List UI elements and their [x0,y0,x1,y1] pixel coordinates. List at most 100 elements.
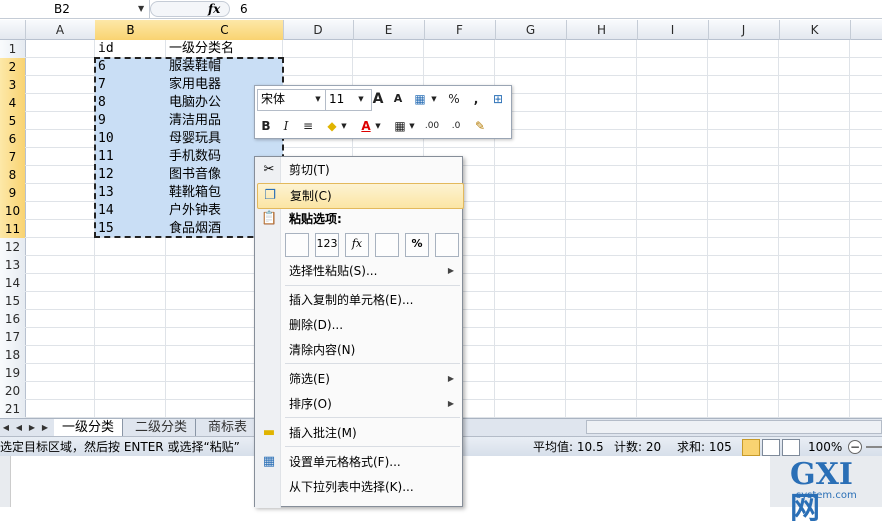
menu-item-pick-from-list[interactable]: 从下拉列表中选择(K)... [257,475,462,499]
row-header[interactable]: 20 [0,382,26,401]
next-sheet-icon[interactable]: ▶ [26,419,38,436]
menu-item-clear[interactable]: 清除内容(N) [257,338,462,362]
sheet-tab[interactable]: 一级分类 [54,419,124,436]
cell-name[interactable]: 母婴玩具 [167,130,221,147]
cell-name[interactable]: 鞋靴箱包 [167,184,221,201]
column-header-h[interactable]: H [566,20,638,40]
row-header[interactable]: 13 [0,256,26,275]
column-header-partial[interactable] [850,20,882,40]
sheet-tab[interactable]: 商标表 [200,419,257,436]
menu-item-copy[interactable]: ❐ 复制(C) [257,183,464,209]
prev-sheet-icon[interactable]: ◀ [13,419,25,436]
row-header[interactable]: 7 [0,148,26,167]
row-header[interactable]: 2 [0,58,26,77]
cell-name[interactable]: 电脑办公 [167,94,221,111]
horizontal-scrollbar[interactable] [586,420,882,434]
cell-id[interactable]: 11 [96,148,114,165]
row-header[interactable]: 18 [0,346,26,365]
chevron-down-icon[interactable]: ▼ [313,89,323,109]
column-header-b[interactable]: B [95,20,167,40]
first-sheet-icon[interactable]: ◀ [0,419,12,436]
column-header-k[interactable]: K [779,20,851,40]
format-painter-icon[interactable]: ✎ [471,116,489,136]
zoom-slider[interactable] [866,446,882,448]
cell-id[interactable]: 13 [96,184,114,201]
cell-c1[interactable]: 一级分类名 [167,40,234,57]
cell-id[interactable]: 7 [96,76,106,93]
row-header[interactable]: 11 [0,220,26,239]
column-header-d[interactable]: D [283,20,354,40]
chevron-down-icon[interactable]: ▼ [138,0,148,18]
cell-name[interactable]: 食品烟酒 [167,220,221,237]
page-break-icon[interactable] [782,439,800,456]
fx-icon[interactable]: fx [208,0,220,18]
zoom-out-icon[interactable]: − [848,440,862,454]
cell-b1[interactable]: id [96,40,114,57]
column-header-g[interactable]: G [495,20,567,40]
cell-name[interactable]: 清洁用品 [167,112,221,129]
row-header[interactable]: 17 [0,328,26,347]
cell-id[interactable]: 9 [96,112,106,129]
cell-id[interactable]: 12 [96,166,114,183]
page-layout-icon[interactable] [762,439,780,456]
align-center-icon[interactable]: ≡ [299,116,317,136]
column-header-f[interactable]: F [424,20,496,40]
paste-formulas-icon[interactable]: fx [345,233,369,257]
cell-name[interactable]: 图书音像 [167,166,221,183]
last-sheet-icon[interactable]: ▶ [39,419,51,436]
cell-id[interactable]: 15 [96,220,114,237]
paste-icon[interactable] [285,233,309,257]
shrink-font-icon[interactable]: A [389,89,407,109]
row-header[interactable]: 1 [0,40,26,59]
row-header[interactable]: 5 [0,112,26,131]
cell-id[interactable]: 10 [96,130,114,147]
menu-item-insert-comment[interactable]: ▬ 插入批注(M) [257,421,462,445]
column-header-c[interactable]: C [166,20,284,40]
increase-decimal-icon[interactable]: .00 [423,116,441,136]
row-header[interactable]: 12 [0,238,26,257]
chevron-down-icon[interactable]: ▼ [356,89,366,109]
row-header[interactable]: 15 [0,292,26,311]
row-header[interactable]: 8 [0,166,26,185]
percent-style-icon[interactable]: % [445,89,463,109]
cell-name[interactable]: 户外钟表 [167,202,221,219]
zoom-level[interactable]: 100% [808,437,842,457]
comma-style-icon[interactable]: , [467,89,485,109]
normal-view-icon[interactable] [742,439,760,456]
accounting-format-icon[interactable]: ▦ [411,89,429,109]
column-header-a[interactable]: A [25,20,96,40]
column-header-e[interactable]: E [353,20,425,40]
merge-center-icon[interactable]: ⊞ [489,89,507,109]
menu-item-sort[interactable]: 排序(O) ▶ [257,392,462,416]
row-header[interactable]: 4 [0,94,26,113]
decrease-decimal-icon[interactable]: .0 [447,116,465,136]
paste-link-icon[interactable] [435,233,459,257]
paste-transpose-icon[interactable] [375,233,399,257]
row-header[interactable]: 21 [0,400,26,419]
italic-icon[interactable]: I [277,116,295,136]
sheet-tab[interactable]: 二级分类 [127,419,197,436]
chevron-down-icon[interactable]: ▼ [373,116,383,136]
menu-item-format-cells[interactable]: ▦ 设置单元格格式(F)... [257,450,462,474]
column-header-j[interactable]: J [708,20,780,40]
cell-name[interactable]: 手机数码 [167,148,221,165]
paste-values-icon[interactable]: 123 [315,233,339,257]
cell-id[interactable]: 8 [96,94,106,111]
row-header[interactable]: 16 [0,310,26,329]
name-box[interactable]: B2 [0,0,150,18]
menu-item-filter[interactable]: 筛选(E) ▶ [257,367,462,391]
chevron-down-icon[interactable]: ▼ [339,116,349,136]
bold-icon[interactable]: B [257,116,275,136]
menu-item-delete[interactable]: 删除(D)... [257,313,462,337]
row-header[interactable]: 10 [0,202,26,221]
column-header-i[interactable]: I [637,20,709,40]
chevron-down-icon[interactable]: ▼ [429,89,439,109]
formula-input[interactable]: 6 [240,0,248,18]
paste-formatting-icon[interactable]: % [405,233,429,257]
row-header[interactable]: 14 [0,274,26,293]
row-header[interactable]: 6 [0,130,26,149]
menu-item-paste-special[interactable]: 选择性粘贴(S)... ▶ [257,259,462,283]
cell-id[interactable]: 6 [96,58,106,75]
menu-item-insert-copied[interactable]: 插入复制的单元格(E)... [257,288,462,312]
menu-item-cut[interactable]: ✂ 剪切(T) [257,158,462,182]
